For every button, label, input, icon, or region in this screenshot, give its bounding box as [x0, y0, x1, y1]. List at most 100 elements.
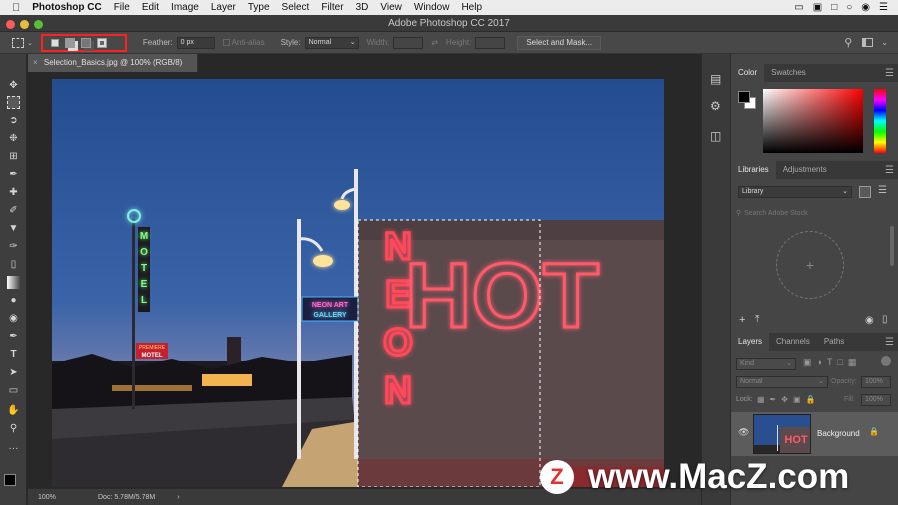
- preset-dropdown-icon[interactable]: ⌄: [27, 39, 33, 47]
- workspace-icon[interactable]: [862, 38, 874, 47]
- layer-filter-icons[interactable]: ▣◑T□▦: [803, 357, 861, 368]
- layer-visibility-icon[interactable]: 👁: [738, 427, 749, 438]
- color-panel-menu-icon[interactable]: ☰: [885, 68, 894, 79]
- display-icon[interactable]: □: [831, 2, 837, 13]
- tab-swatches[interactable]: Swatches: [764, 64, 813, 82]
- add-to-selection-icon[interactable]: [64, 37, 75, 48]
- menu-window[interactable]: Window: [408, 2, 456, 13]
- layer-name[interactable]: Background: [817, 429, 860, 438]
- menu-3d[interactable]: 3D: [350, 2, 375, 13]
- blend-mode-select[interactable]: Normal ⌄: [736, 376, 828, 388]
- history-panel-icon[interactable]: ▤: [710, 72, 721, 86]
- tab-channels[interactable]: Channels: [769, 333, 817, 351]
- hue-slider[interactable]: [874, 89, 886, 153]
- select-and-mask-button[interactable]: Select and Mask...: [517, 35, 602, 50]
- notifications-icon[interactable]: ☰: [879, 2, 888, 13]
- width-input[interactable]: [393, 36, 424, 49]
- search-tool-icon[interactable]: ⚲: [844, 36, 852, 49]
- close-tab-icon[interactable]: ×: [33, 58, 38, 67]
- app-menu[interactable]: Photoshop CC: [26, 2, 107, 13]
- crop-tool-icon[interactable]: ⊞: [7, 150, 20, 163]
- feather-input[interactable]: 0 px: [176, 36, 215, 49]
- workspace-dropdown-icon[interactable]: ⌄: [881, 38, 888, 47]
- filter-toggle-icon[interactable]: [881, 356, 891, 366]
- intersect-selection-icon[interactable]: [96, 37, 107, 48]
- quick-selection-tool-icon[interactable]: ❉: [7, 132, 20, 145]
- close-window-icon[interactable]: [6, 20, 15, 29]
- path-selection-tool-icon[interactable]: ➤: [7, 366, 20, 379]
- lasso-tool-icon[interactable]: ➲: [7, 114, 20, 127]
- new-selection-icon[interactable]: [50, 38, 59, 47]
- libraries-panel-menu-icon[interactable]: ☰: [885, 165, 894, 176]
- menu-edit[interactable]: Edit: [136, 2, 165, 13]
- eyedropper-tool-icon[interactable]: ✒: [7, 168, 20, 181]
- zoom-window-icon[interactable]: [34, 20, 43, 29]
- library-add-content-icon[interactable]: +: [776, 231, 844, 299]
- search-icon[interactable]: ○: [846, 2, 852, 13]
- zoom-tool-icon[interactable]: ⚲: [7, 422, 20, 435]
- tab-adjustments[interactable]: Adjustments: [776, 161, 834, 179]
- menu-file[interactable]: File: [108, 2, 136, 13]
- eraser-tool-icon[interactable]: ▯: [7, 258, 20, 271]
- apple-menu-icon[interactable]: : [0, 2, 26, 14]
- pen-tool-icon[interactable]: ✒: [7, 330, 20, 343]
- stock-search-field[interactable]: ⚲ Search Adobe Stock: [736, 207, 894, 219]
- hand-tool-icon[interactable]: ✋: [7, 404, 20, 417]
- document-canvas[interactable]: M O T E L PREMIERE MOTEL NEON ART GALLER…: [52, 79, 664, 487]
- tab-paths[interactable]: Paths: [817, 333, 851, 351]
- menu-filter[interactable]: Filter: [315, 2, 349, 13]
- height-input[interactable]: [475, 36, 506, 49]
- camera-icon[interactable]: ▣: [813, 2, 822, 13]
- type-tool-icon[interactable]: T: [7, 348, 20, 361]
- tab-libraries[interactable]: Libraries: [731, 161, 776, 179]
- marquee-preset-icon[interactable]: [12, 37, 24, 48]
- airplay-icon[interactable]: ▭: [794, 2, 803, 13]
- upload-library-icon[interactable]: ⤒: [755, 314, 759, 325]
- color-field[interactable]: [763, 89, 863, 153]
- menu-type[interactable]: Type: [242, 2, 276, 13]
- healing-brush-tool-icon[interactable]: ✚: [7, 186, 20, 199]
- document-tab[interactable]: × Selection_Basics.jpg @ 100% (RGB/8): [28, 54, 198, 72]
- minimize-window-icon[interactable]: [20, 20, 29, 29]
- add-library-icon[interactable]: +: [739, 314, 745, 326]
- color-foreground-swatch[interactable]: [738, 91, 750, 103]
- libraries-scrollbar[interactable]: [890, 226, 894, 266]
- rectangular-marquee-tool-icon[interactable]: [7, 96, 20, 109]
- tab-layers[interactable]: Layers: [731, 333, 770, 351]
- library-select[interactable]: Library ⌄: [738, 186, 852, 198]
- subtract-from-selection-icon[interactable]: [80, 37, 91, 48]
- gradient-tool-icon[interactable]: [7, 276, 20, 289]
- opacity-input[interactable]: 100%: [861, 376, 891, 388]
- rectangle-tool-icon[interactable]: ▭: [7, 384, 20, 397]
- layer-filter-select[interactable]: Kind ⌄: [736, 358, 796, 370]
- clone-stamp-tool-icon[interactable]: ▼: [7, 222, 20, 235]
- menu-layer[interactable]: Layer: [205, 2, 242, 13]
- menu-help[interactable]: Help: [455, 2, 488, 13]
- style-select[interactable]: Normal ⌄: [304, 36, 359, 49]
- properties-panel-icon[interactable]: ⚙: [710, 99, 721, 113]
- zoom-level[interactable]: 100%: [38, 494, 88, 501]
- layers-panel-menu-icon[interactable]: ☰: [885, 337, 894, 348]
- foreground-color-swatch[interactable]: [4, 474, 16, 486]
- adjustments-panel-icon[interactable]: ◫: [710, 129, 721, 143]
- history-brush-tool-icon[interactable]: ✑: [7, 240, 20, 253]
- cc-sync-icon[interactable]: ◉: [865, 315, 874, 326]
- layer-lock-icon[interactable]: 🔒: [869, 427, 879, 436]
- dodge-tool-icon[interactable]: ◉: [7, 312, 20, 325]
- edit-toolbar-icon[interactable]: ···: [7, 442, 20, 455]
- grid-view-icon[interactable]: [859, 186, 871, 198]
- menu-image[interactable]: Image: [165, 2, 205, 13]
- status-menu-icon[interactable]: ›: [177, 494, 179, 501]
- tab-color[interactable]: Color: [731, 64, 765, 82]
- menu-select[interactable]: Select: [276, 2, 316, 13]
- antialias-checkbox[interactable]: [222, 39, 230, 46]
- delete-library-icon[interactable]: ▯: [882, 314, 888, 325]
- siri-icon[interactable]: ◉: [861, 2, 870, 13]
- menu-view[interactable]: View: [374, 2, 408, 13]
- layer-row-background[interactable]: 👁 HOT Background 🔒: [731, 412, 898, 456]
- brush-tool-icon[interactable]: ✐: [7, 204, 20, 217]
- fill-input[interactable]: 100%: [861, 394, 891, 406]
- move-tool-icon[interactable]: ✥: [7, 79, 20, 92]
- lock-options-icons[interactable]: ▦✒✥▣🔒: [757, 395, 820, 404]
- list-view-icon[interactable]: ☰: [878, 185, 887, 196]
